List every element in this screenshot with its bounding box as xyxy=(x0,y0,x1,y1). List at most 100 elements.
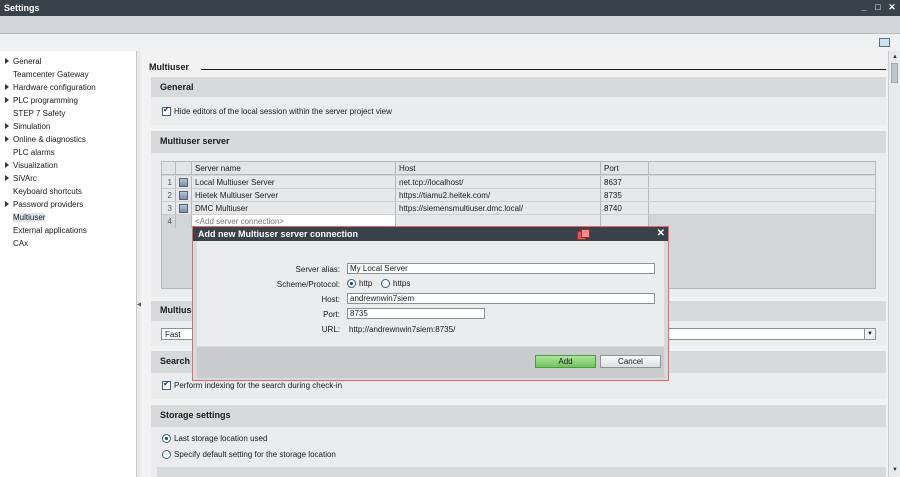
sidebar-item-cax[interactable]: CAx xyxy=(0,237,136,250)
chevron-right-icon[interactable] xyxy=(5,201,9,207)
chevron-down-icon[interactable]: ▼ xyxy=(864,329,875,339)
sidebar-item-password-providers[interactable]: Password providers xyxy=(0,198,136,211)
multiuser-heading: Multius xyxy=(160,305,192,315)
column-header-host[interactable]: Host xyxy=(396,162,601,174)
indexing-checkbox[interactable] xyxy=(162,379,171,391)
sidebar-item-label: Keyboard shortcuts xyxy=(13,187,82,196)
sidebar-item-plc-alarms[interactable]: PLC alarms xyxy=(0,146,136,159)
scheme-http-option[interactable]: http xyxy=(347,279,373,289)
storage-last-option[interactable]: Last storage location used xyxy=(162,434,267,444)
scroll-up-icon[interactable]: ▲ xyxy=(890,53,900,62)
table-row[interactable]: 3 DMC Multiuser https://siemensmultiuser.d… xyxy=(162,202,875,215)
scroll-thumb[interactable] xyxy=(891,63,898,83)
sidebar-item-visualization[interactable]: Visualization xyxy=(0,159,136,172)
layout-icon[interactable] xyxy=(879,38,890,47)
sidebar-item-plc-programming[interactable]: PLC programming xyxy=(0,94,136,107)
chevron-right-icon[interactable] xyxy=(5,97,9,103)
server-port-cell[interactable]: 8740 xyxy=(601,202,649,214)
minimize-button[interactable]: _ xyxy=(860,2,868,13)
scheme-https-radio[interactable] xyxy=(381,279,390,289)
chevron-right-icon[interactable] xyxy=(5,175,9,181)
chevron-right-icon[interactable] xyxy=(5,136,9,142)
sidebar-item-label: Teamcenter Gateway xyxy=(13,70,89,79)
sidebar-item-teamcenter-gateway[interactable]: Teamcenter Gateway xyxy=(0,68,136,81)
scroll-down-icon[interactable]: ▼ xyxy=(890,466,900,475)
storage-subsection-header xyxy=(157,467,886,477)
sidebar-item-general[interactable]: General xyxy=(0,55,136,68)
sidebar-item-sivarc[interactable]: SiVArc xyxy=(0,172,136,185)
indexing-label: Perform indexing for the search during c… xyxy=(174,381,343,390)
hide-editors-checkbox[interactable] xyxy=(162,105,171,117)
sidebar-item-keyboard-shortcuts[interactable]: Keyboard shortcuts xyxy=(0,185,136,198)
sidebar-item-label: PLC alarms xyxy=(13,148,55,157)
scheme-http-radio[interactable] xyxy=(347,279,356,289)
title-divider xyxy=(201,69,886,70)
row-number[interactable]: 1 xyxy=(162,176,176,188)
server-name-cell[interactable]: DMC Multiuser xyxy=(192,202,396,214)
storage-default-radio[interactable] xyxy=(162,450,171,460)
hide-editors-option[interactable]: Hide editors of the local session within… xyxy=(162,105,392,117)
storage-default-option[interactable]: Specify default setting for the storage … xyxy=(162,450,336,460)
server-port-cell[interactable]: 8735 xyxy=(601,189,649,201)
scheme-http-label: http xyxy=(359,279,373,288)
cancel-button[interactable]: Cancel xyxy=(600,355,661,368)
url-value: http://andrewnwin7siem:8735/ xyxy=(349,325,456,334)
settings-nav: General Teamcenter Gateway Hardware config… xyxy=(0,51,137,477)
indexing-option[interactable]: Perform indexing for the search during c… xyxy=(162,379,343,391)
chevron-right-icon[interactable] xyxy=(5,123,9,129)
server-host-cell[interactable]: https://tiamu2.heitek.com/ xyxy=(396,189,601,201)
sidebar-item-label: Hardware configuration xyxy=(13,83,96,92)
sidebar-item-label: Multiuser xyxy=(13,213,46,222)
chevron-right-icon[interactable] xyxy=(5,84,9,90)
chevron-right-icon[interactable] xyxy=(5,58,9,64)
server-section-header xyxy=(151,131,886,153)
content-scrollbar[interactable]: ▲ ▼ xyxy=(888,51,900,477)
server-host-cell[interactable]: net.tcp://localhost/ xyxy=(396,176,601,188)
sidebar-item-multiuser[interactable]: Multiuser xyxy=(0,211,136,224)
storage-last-radio[interactable] xyxy=(162,434,171,444)
storage-section-header xyxy=(151,405,886,427)
sidebar-item-label: CAx xyxy=(13,239,29,248)
table-row[interactable]: 2 Hietek Multiuser Server https://tiamu2.h… xyxy=(162,189,875,202)
sidebar-item-label: PLC programming xyxy=(13,96,78,105)
dialog-badge-icon-overlay xyxy=(581,229,590,238)
sidebar-item-external-applications[interactable]: External applications xyxy=(0,224,136,237)
add-button[interactable]: Add xyxy=(535,355,596,368)
port-input[interactable]: 8735 xyxy=(347,308,485,319)
window-title: Settings xyxy=(4,3,40,13)
server-host-cell[interactable]: https://siemensmultiuser.dmc.local/ xyxy=(396,202,601,214)
maximize-button[interactable]: □ xyxy=(874,2,882,13)
scheme-https-option[interactable]: https xyxy=(381,279,410,289)
server-icon xyxy=(179,204,188,213)
page-title: Multiuser xyxy=(149,62,190,72)
search-heading: Search xyxy=(160,356,191,366)
server-name-cell[interactable]: Hietek Multiuser Server xyxy=(192,189,396,201)
host-input[interactable]: andrewnwin7siem xyxy=(347,293,655,304)
chevron-right-icon[interactable] xyxy=(5,162,9,168)
table-row[interactable]: 1 Local Multiuser Server net.tcp://localho… xyxy=(162,176,875,189)
sidebar-item-hardware-configuration[interactable]: Hardware configuration xyxy=(0,81,136,94)
row-number[interactable]: 3 xyxy=(162,202,176,214)
dialog-close-icon[interactable]: ✕ xyxy=(657,228,665,239)
window-controls: _ □ ✕ xyxy=(860,2,896,13)
scheme-label: Scheme/Protocol: xyxy=(276,280,340,289)
close-button[interactable]: ✕ xyxy=(888,2,896,13)
general-section-header xyxy=(151,77,886,97)
sidebar-item-label: Visualization xyxy=(13,161,58,170)
storage-heading: Storage settings xyxy=(160,410,231,420)
sidebar-item-online-diagnostics[interactable]: Online & diagnostics xyxy=(0,133,136,146)
server-name-cell[interactable]: Local Multiuser Server xyxy=(192,176,396,188)
sidebar-item-step-7-safety[interactable]: STEP 7 Safety xyxy=(0,107,136,120)
column-header-port[interactable]: Port xyxy=(601,162,649,174)
server-port-cell[interactable]: 8637 xyxy=(601,176,649,188)
mode-dropdown-value: Fast xyxy=(165,330,181,339)
toolbar-secondary xyxy=(0,34,900,51)
sidebar-item-label: External applications xyxy=(13,226,87,235)
row-number[interactable]: 2 xyxy=(162,189,176,201)
alias-input[interactable]: My Local Server xyxy=(347,263,655,274)
sidebar-item-simulation[interactable]: Simulation xyxy=(0,120,136,133)
host-label: Host: xyxy=(321,295,340,304)
dialog-title: Add new Multiuser server connection xyxy=(198,229,359,239)
column-header-server-name[interactable]: Server name xyxy=(192,162,396,174)
general-heading: General xyxy=(160,82,194,92)
